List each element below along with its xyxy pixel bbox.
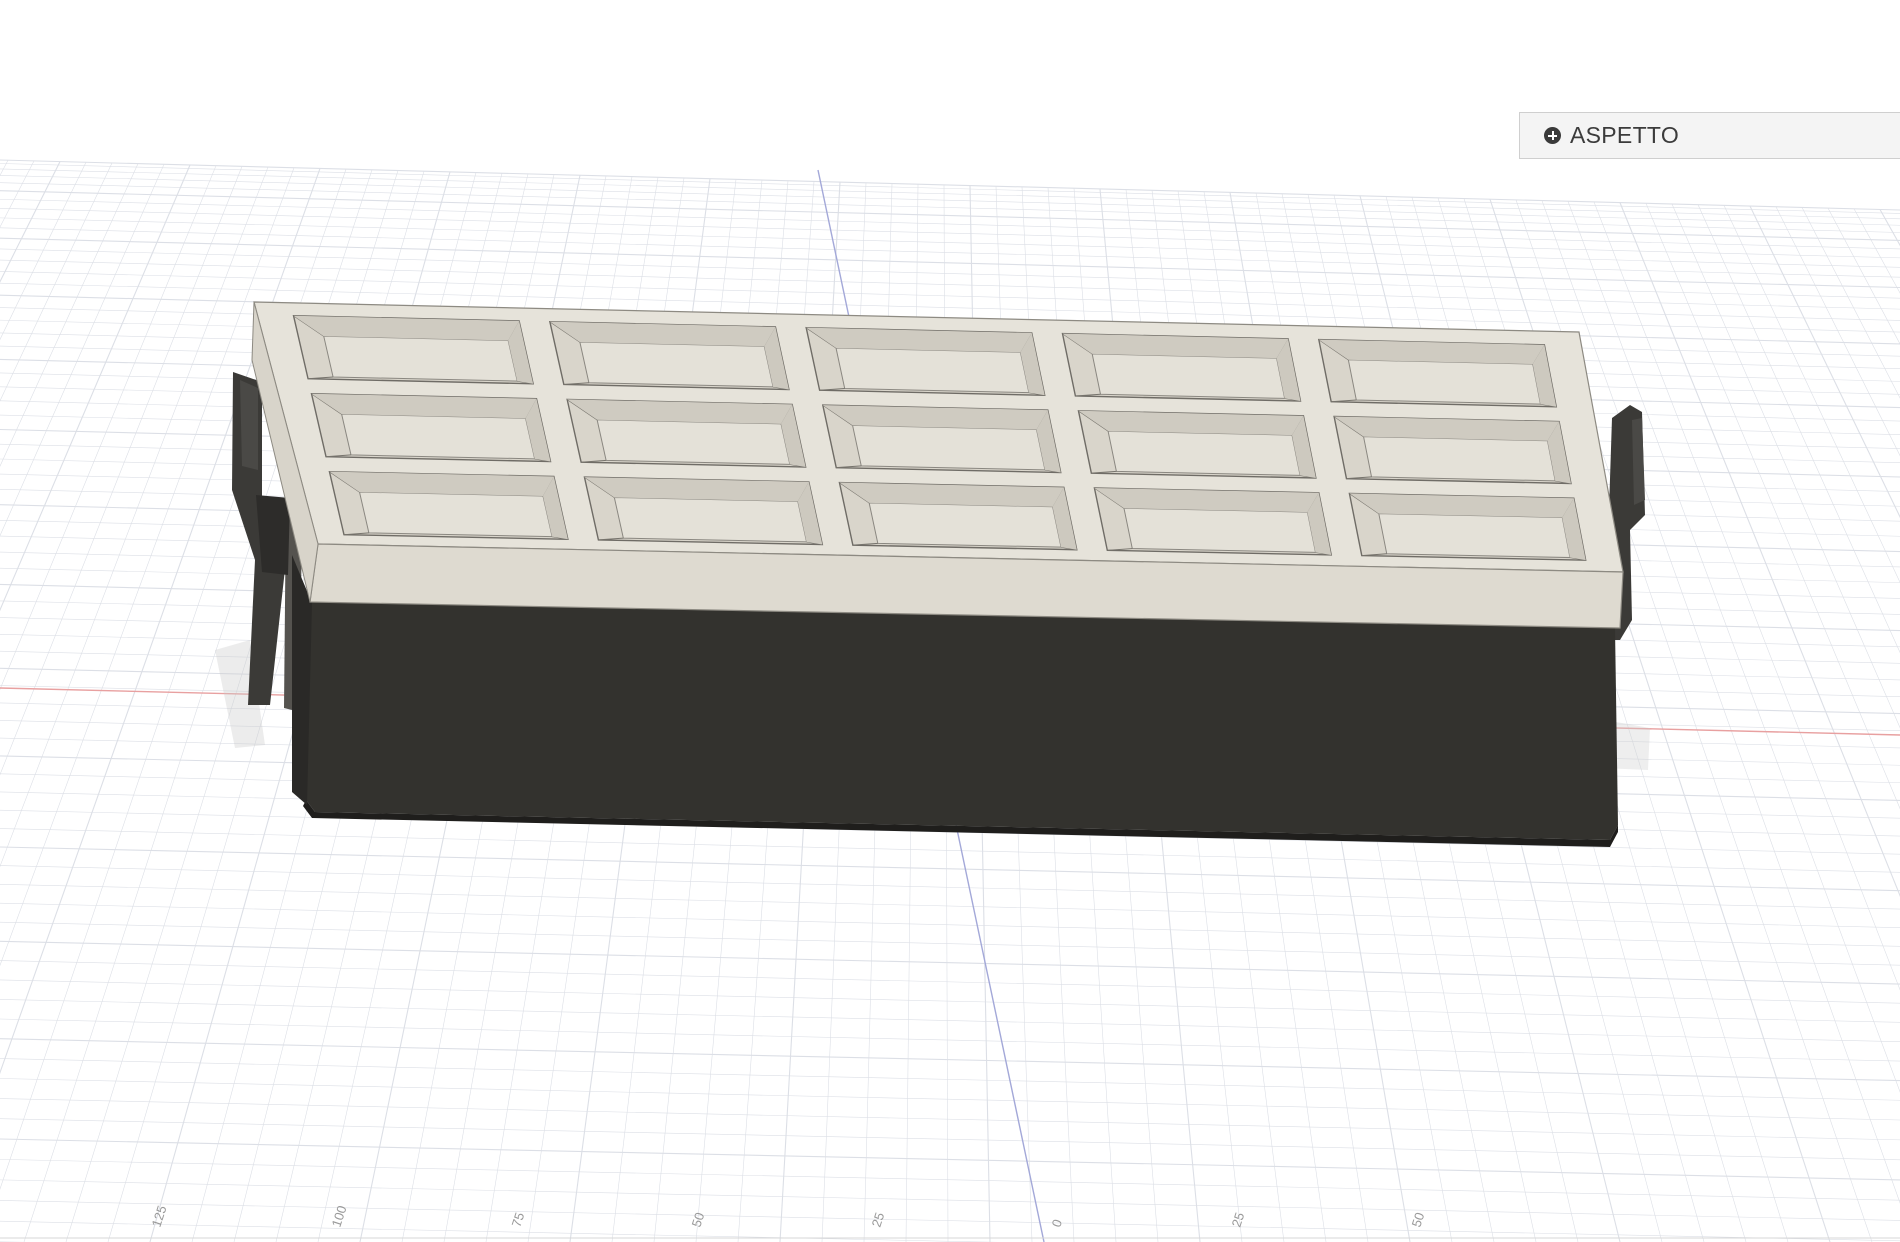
compartment-floor [579, 341, 774, 388]
aspetto-label: ASPETTO [1570, 122, 1680, 148]
compartment-floor [358, 491, 553, 538]
compartment-floor [835, 347, 1030, 394]
compartment-floor [1091, 353, 1286, 399]
compartment-floor [868, 502, 1062, 548]
compartment-floor [1123, 507, 1317, 553]
3d-viewport[interactable]: 125 100 75 50 25 0 25 50 [0, 0, 1900, 1242]
compartment-floor [613, 496, 808, 543]
plus-circle-icon[interactable] [1544, 127, 1561, 144]
organizer-box-model[interactable] [232, 301, 1645, 847]
aspetto-panel-header[interactable]: ASPETTO [1519, 112, 1900, 159]
compartment-floor [1362, 436, 1556, 482]
compartment-floor [323, 335, 518, 382]
compartment-floor [1107, 430, 1301, 476]
compartment-floor [340, 413, 536, 460]
fusion-canvas[interactable]: 125 100 75 50 25 0 25 50 ASPETTO [0, 0, 1900, 1242]
compartment-floor [596, 419, 791, 465]
compartment-grid [292, 314, 1587, 561]
compartment-floor [1347, 359, 1542, 405]
compartment-floor [1378, 513, 1571, 559]
compartment-floor [851, 424, 1046, 471]
